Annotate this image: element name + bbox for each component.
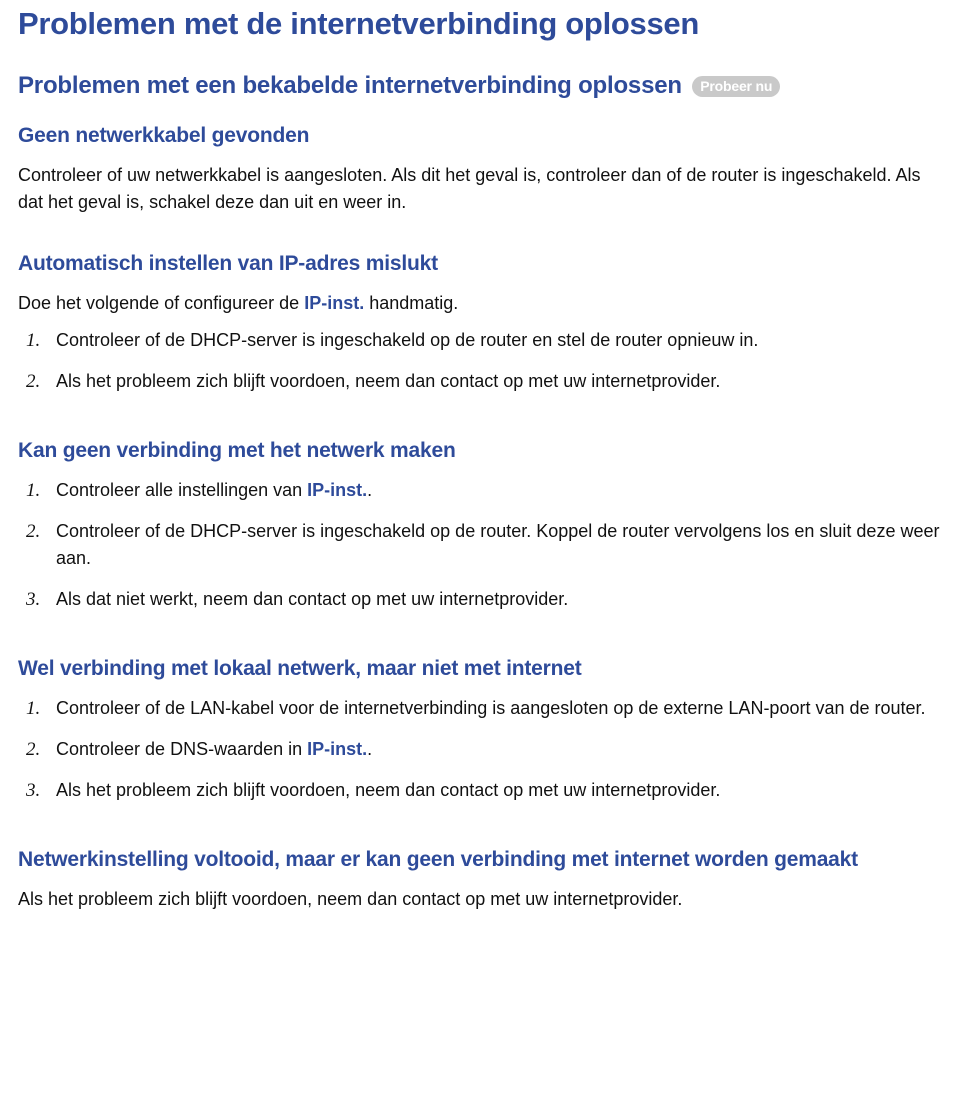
list-item: 1. Controleer alle instellingen van IP-i…: [18, 477, 942, 504]
step-list: 1. Controleer of de LAN-kabel voor de in…: [18, 695, 942, 804]
step-text: Controleer of de LAN-kabel voor de inter…: [56, 698, 926, 718]
step-number: 3.: [26, 777, 40, 806]
step-text: Controleer of de DHCP-server is ingescha…: [56, 521, 939, 568]
intro-text: Doe het volgende of configureer de IP-in…: [18, 290, 942, 317]
section-no-network: Kan geen verbinding met het netwerk make…: [18, 439, 942, 613]
step-number: 1.: [26, 327, 40, 356]
body-text: Controleer of uw netwerkkabel is aangesl…: [18, 162, 942, 216]
section-heading: Netwerkinstelling voltooid, maar er kan …: [18, 848, 942, 872]
step-text: Als het probleem zich blijft voordoen, n…: [56, 371, 720, 391]
list-item: 1. Controleer of de DHCP-server is inges…: [18, 327, 942, 354]
step-text: Controleer of de DHCP-server is ingescha…: [56, 330, 758, 350]
step-text: Controleer alle instellingen van IP-inst…: [56, 480, 372, 500]
body-text: Als het probleem zich blijft voordoen, n…: [18, 886, 942, 913]
list-item: 3. Als dat niet werkt, neem dan contact …: [18, 586, 942, 613]
page-title: Problemen met de internetverbinding oplo…: [18, 6, 942, 42]
step-number: 2.: [26, 518, 40, 547]
step-text: Als dat niet werkt, neem dan contact op …: [56, 589, 568, 609]
list-item: 1. Controleer of de LAN-kabel voor de in…: [18, 695, 942, 722]
section-heading: Wel verbinding met lokaal netwerk, maar …: [18, 657, 942, 681]
help-document: Problemen met de internetverbinding oplo…: [0, 0, 960, 977]
list-item: 3. Als het probleem zich blijft voordoen…: [18, 777, 942, 804]
wired-heading: Problemen met een bekabelde internetverb…: [18, 72, 682, 100]
step-number: 2.: [26, 736, 40, 765]
ip-inst-link[interactable]: IP-inst.: [304, 293, 364, 313]
section-local-only: Wel verbinding met lokaal netwerk, maar …: [18, 657, 942, 804]
step-text: Controleer de DNS-waarden in IP-inst..: [56, 739, 372, 759]
step-text: Als het probleem zich blijft voordoen, n…: [56, 780, 720, 800]
wired-section-header: Problemen met een bekabelde internetverb…: [18, 72, 942, 100]
step-list: 1. Controleer of de DHCP-server is inges…: [18, 327, 942, 395]
section-heading: Geen netwerkkabel gevonden: [18, 124, 942, 148]
list-item: 2. Controleer de DNS-waarden in IP-inst.…: [18, 736, 942, 763]
step-number: 1.: [26, 695, 40, 724]
step-number: 2.: [26, 368, 40, 397]
step-list: 1. Controleer alle instellingen van IP-i…: [18, 477, 942, 613]
section-ip-auto-fail: Automatisch instellen van IP-adres mislu…: [18, 252, 942, 395]
step-number: 1.: [26, 477, 40, 506]
section-heading: Automatisch instellen van IP-adres mislu…: [18, 252, 942, 276]
section-no-cable: Geen netwerkkabel gevonden Controleer of…: [18, 124, 942, 216]
ip-inst-link[interactable]: IP-inst.: [307, 739, 367, 759]
section-setup-done-no-internet: Netwerkinstelling voltooid, maar er kan …: [18, 848, 942, 913]
list-item: 2. Controleer of de DHCP-server is inges…: [18, 518, 942, 572]
step-number: 3.: [26, 586, 40, 615]
try-now-button[interactable]: Probeer nu: [692, 76, 780, 97]
ip-inst-link[interactable]: IP-inst.: [307, 480, 367, 500]
section-heading: Kan geen verbinding met het netwerk make…: [18, 439, 942, 463]
list-item: 2. Als het probleem zich blijft voordoen…: [18, 368, 942, 395]
